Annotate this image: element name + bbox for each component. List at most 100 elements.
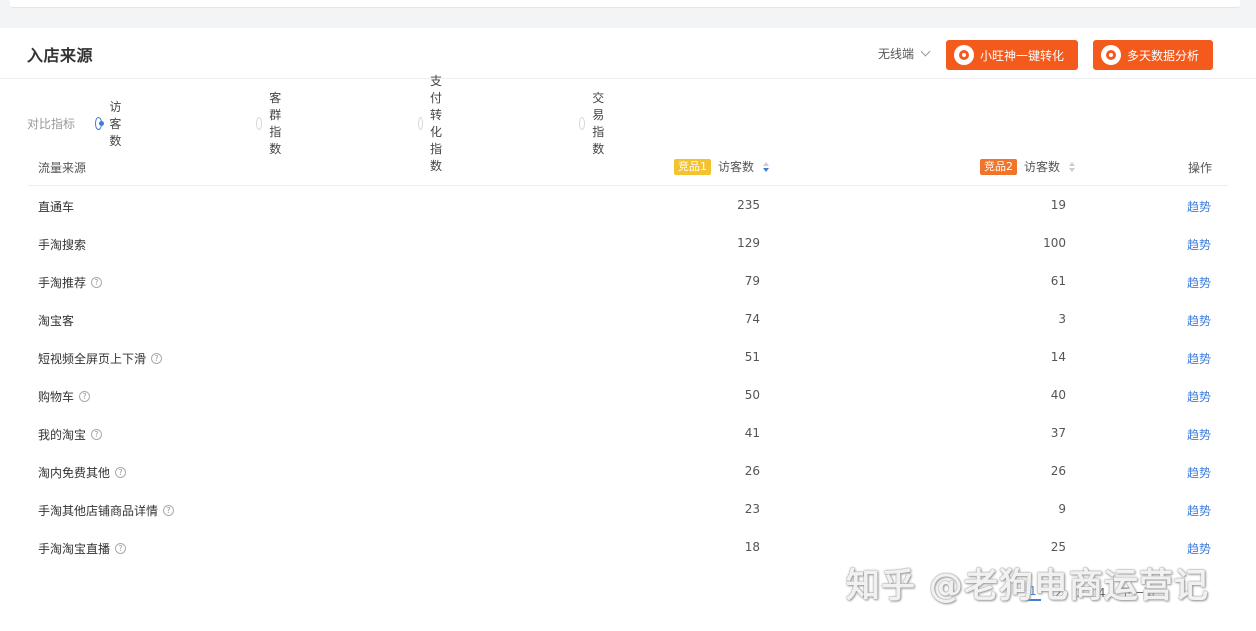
table-row: 购物车 ? 50 40 趋势	[28, 376, 1228, 414]
product1-visitors-cell: 129	[737, 236, 760, 250]
radio-unselected-icon	[418, 116, 424, 130]
device-selector-label: 无线端	[878, 47, 915, 61]
source-cell: 我的淘宝 ?	[38, 426, 103, 443]
table-header: 流量来源 竞品1 访客数 竞品2 访客数 操作	[28, 148, 1228, 186]
xiaowang-logo-icon	[954, 45, 974, 65]
source-name: 手淘淘宝直播	[38, 542, 111, 556]
product1-visitors-cell: 50	[744, 388, 760, 402]
help-icon[interactable]: ?	[163, 505, 175, 516]
table-row: 我的淘宝 ? 41 37 趋势	[28, 414, 1228, 452]
trend-link[interactable]: 趋势	[1187, 464, 1211, 481]
xiaowang-convert-button[interactable]: 小旺神一键转化	[946, 40, 1078, 70]
product1-visitors-cell: 26	[744, 464, 760, 478]
trend-link[interactable]: 趋势	[1187, 502, 1211, 519]
source-cell: 手淘搜索	[38, 236, 86, 253]
metric-radio-label: 访客数	[109, 99, 122, 148]
traffic-source-panel: 入店来源 无线端 小旺神一键转化 多天数据分析 对比指标 访客数 客群指数 支付…	[0, 28, 1256, 631]
product2-visitors-cell: 61	[1050, 274, 1066, 288]
source-cell: 短视频全屏页上下滑 ?	[38, 350, 163, 367]
help-icon[interactable]: ?	[91, 429, 103, 440]
trend-link[interactable]: 趋势	[1187, 274, 1211, 291]
source-cell: 手淘推荐 ?	[38, 274, 103, 291]
help-icon[interactable]: ?	[151, 353, 163, 364]
product2-visitors-cell: 14	[1050, 350, 1066, 364]
product2-visitors-cell: 19	[1050, 198, 1066, 212]
multiday-analysis-button[interactable]: 多天数据分析	[1093, 40, 1213, 70]
product1-visitors-cell: 23	[744, 502, 760, 516]
source-name: 手淘其他店铺商品详情	[38, 504, 159, 518]
source-name: 短视频全屏页上下滑	[38, 352, 147, 366]
trend-link[interactable]: 趋势	[1187, 388, 1211, 405]
device-selector[interactable]: 无线端	[878, 45, 931, 62]
source-cell: 直通车	[38, 198, 74, 215]
compare-metric-bar: 对比指标 访客数 客群指数 支付转化指数 交易指数	[27, 74, 604, 173]
help-icon[interactable]: ?	[115, 467, 127, 478]
help-icon[interactable]: ?	[115, 543, 127, 554]
zhihu-watermark: 知乎 @老狗电商运营记	[846, 566, 1209, 606]
compare-metric-label: 对比指标	[27, 116, 76, 131]
sort-icon[interactable]	[763, 161, 770, 172]
source-name: 手淘推荐	[38, 276, 87, 290]
table-row: 淘宝客 74 3 趋势	[28, 300, 1228, 338]
panel-title: 入店来源	[27, 46, 94, 65]
source-cell: 手淘其他店铺商品详情 ?	[38, 502, 175, 519]
table-body: 直通车 235 19 趋势 手淘搜索 129 100 趋势 手淘推荐 ? 79 …	[28, 186, 1228, 566]
product1-visitors-cell: 51	[744, 350, 760, 364]
metric-radio-label: 交易指数	[592, 91, 605, 156]
product2-visitors-cell: 3	[1058, 312, 1066, 326]
product1-visitors-cell: 235	[737, 198, 760, 212]
table-row: 淘内免费其他 ? 26 26 趋势	[28, 452, 1228, 490]
source-name: 购物车	[38, 390, 75, 404]
trend-link[interactable]: 趋势	[1187, 350, 1211, 367]
trend-link[interactable]: 趋势	[1187, 236, 1211, 253]
multiday-analysis-label: 多天数据分析	[1127, 48, 1200, 63]
radio-selected-icon	[95, 116, 105, 130]
help-icon[interactable]: ?	[91, 277, 103, 288]
xiaowang-convert-label: 小旺神一键转化	[980, 48, 1065, 63]
source-name: 直通车	[38, 200, 75, 214]
table-row: 直通车 235 19 趋势	[28, 186, 1228, 224]
product2-visitors-cell: 9	[1058, 502, 1066, 516]
trend-link[interactable]: 趋势	[1187, 426, 1211, 443]
product1-visitors-cell: 41	[744, 426, 760, 440]
product2-visitors-cell: 100	[1043, 236, 1066, 250]
source-name: 手淘搜索	[38, 238, 87, 252]
product2-visitors-cell: 26	[1050, 464, 1066, 478]
source-cell: 手淘淘宝直播 ?	[38, 540, 127, 557]
source-name: 淘内免费其他	[38, 466, 111, 480]
source-name: 我的淘宝	[38, 428, 87, 442]
help-icon[interactable]: ?	[79, 391, 91, 402]
panel-header: 入店来源 无线端 小旺神一键转化 多天数据分析	[0, 28, 1256, 79]
product2-visitors-cell: 25	[1050, 540, 1066, 554]
radio-unselected-icon	[256, 116, 263, 130]
product2-metric-label: 访客数	[1024, 160, 1061, 174]
radio-unselected-icon	[579, 116, 586, 130]
column-header-product1[interactable]: 竞品1 访客数	[674, 158, 770, 175]
top-background-strip	[0, 0, 1256, 28]
metric-radio-visitors[interactable]: 访客数	[95, 98, 127, 149]
product1-visitors-cell: 74	[744, 312, 760, 326]
product1-visitors-cell: 18	[744, 540, 760, 554]
product2-visitors-cell: 37	[1050, 426, 1066, 440]
trend-link[interactable]: 趋势	[1187, 540, 1211, 557]
sort-icon[interactable]	[1069, 161, 1076, 172]
column-header-source: 流量来源	[38, 161, 87, 175]
source-cell: 淘宝客	[38, 312, 74, 329]
traffic-source-table: 流量来源 竞品1 访客数 竞品2 访客数 操作 直通车 235 19 趋势 手淘…	[28, 148, 1228, 566]
table-row: 手淘其他店铺商品详情 ? 23 9 趋势	[28, 490, 1228, 528]
product2-tag: 竞品2	[980, 158, 1017, 175]
source-name: 淘宝客	[38, 314, 75, 328]
previous-card-edge	[10, 0, 1240, 8]
metric-radio-trade-index[interactable]: 交易指数	[579, 89, 611, 157]
metric-radio-customer-index[interactable]: 客群指数	[256, 89, 288, 157]
column-header-action: 操作	[1187, 161, 1212, 175]
trend-link[interactable]: 趋势	[1187, 198, 1211, 215]
trend-link[interactable]: 趋势	[1187, 312, 1211, 329]
table-row: 短视频全屏页上下滑 ? 51 14 趋势	[28, 338, 1228, 376]
source-cell: 购物车 ?	[38, 388, 91, 405]
table-row: 手淘推荐 ? 79 61 趋势	[28, 262, 1228, 300]
xiaowang-logo-icon	[1101, 45, 1121, 65]
product1-visitors-cell: 79	[744, 274, 760, 288]
metric-radio-label: 客群指数	[269, 91, 282, 156]
column-header-product2[interactable]: 竞品2 访客数	[980, 158, 1076, 175]
